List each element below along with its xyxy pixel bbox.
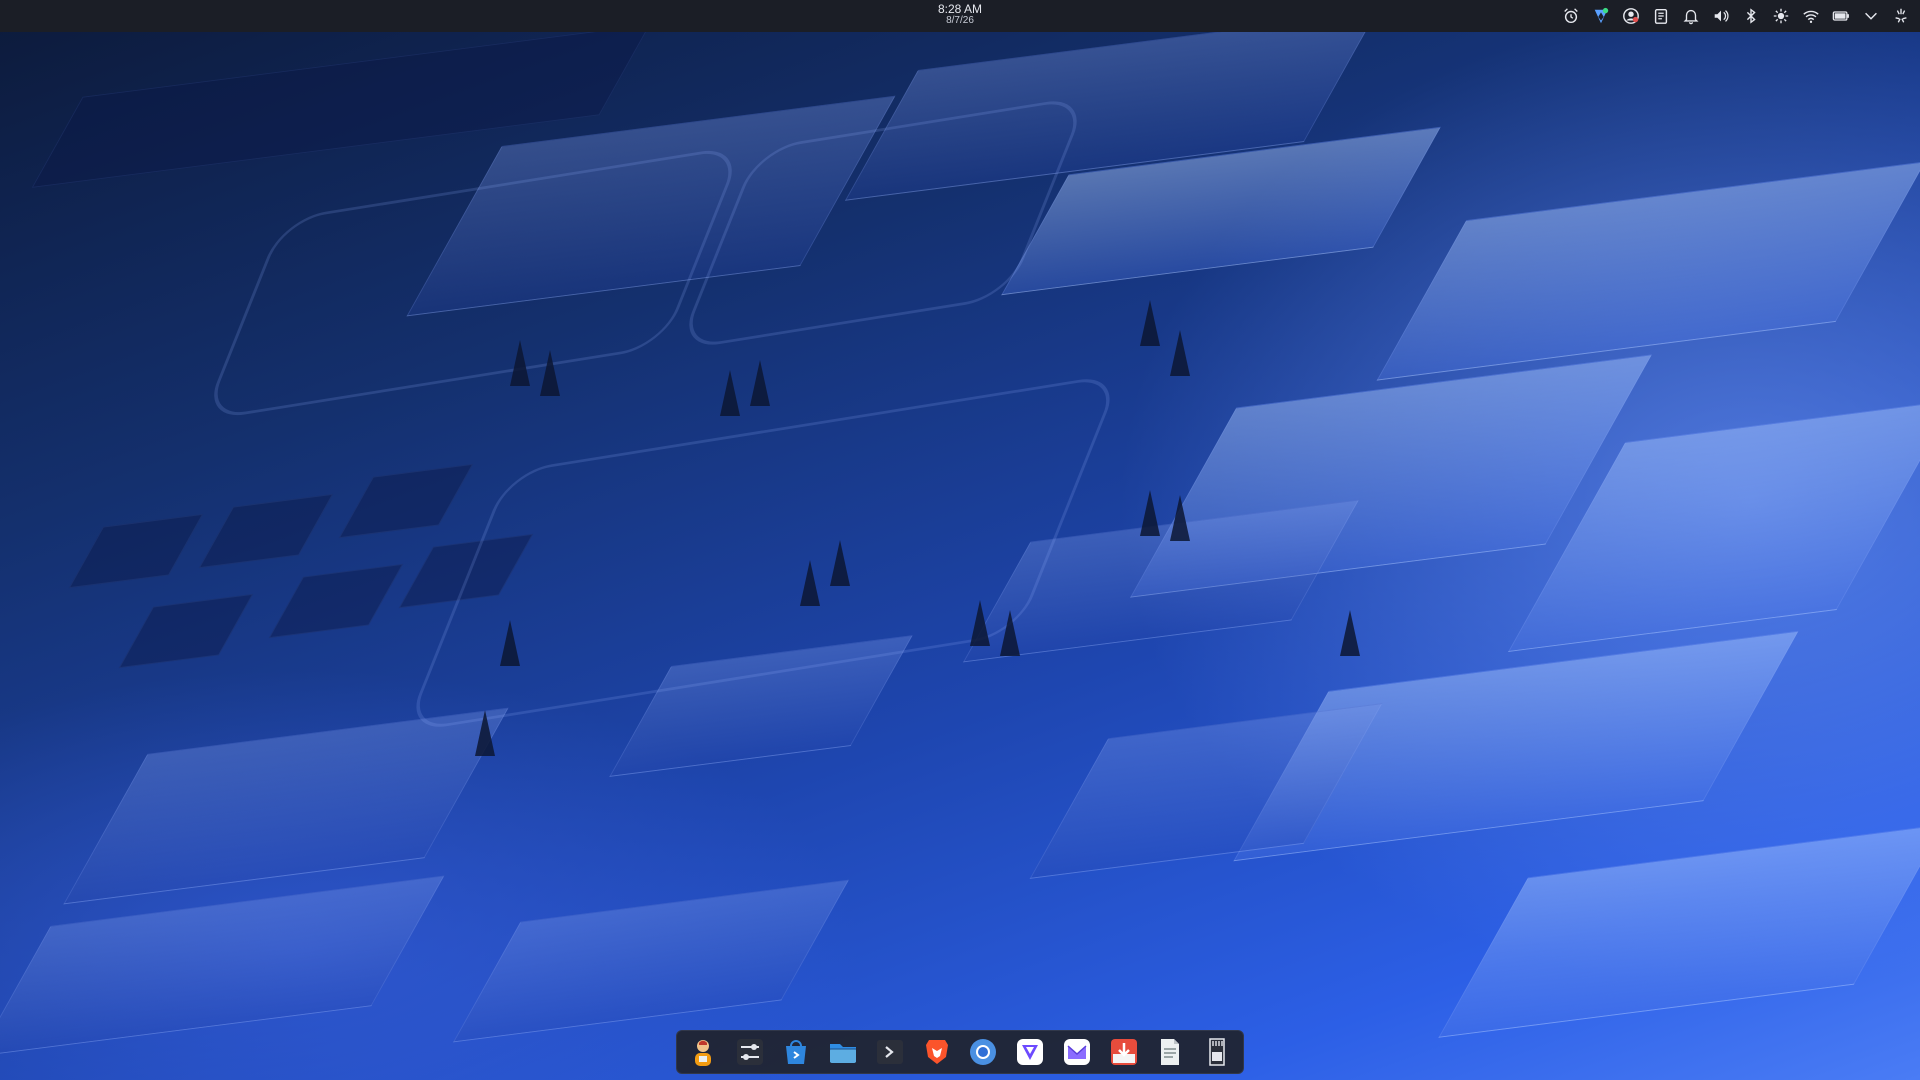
clock-time: 8:28 AM [937, 2, 983, 16]
alarm-icon[interactable] [1560, 5, 1582, 27]
desktop[interactable]: 8:28 AM 8/7/26 [0, 0, 1920, 1080]
settings-sliders-app-icon[interactable] [730, 1032, 770, 1072]
dock [676, 1030, 1244, 1074]
download-manager-app-icon[interactable] [1104, 1032, 1144, 1072]
user-sync-icon[interactable] [1620, 5, 1642, 27]
chromium-browser-app-icon[interactable] [964, 1032, 1004, 1072]
terminal-app-icon[interactable] [870, 1032, 910, 1072]
clipboard-icon[interactable] [1650, 5, 1672, 27]
brave-browser-app-icon[interactable] [917, 1032, 957, 1072]
vpn-app-icon[interactable] [1010, 1032, 1050, 1072]
storage-card-app-icon[interactable] [1197, 1032, 1237, 1072]
system-menu-icon[interactable] [1890, 5, 1912, 27]
expand-tray-chevron-icon[interactable] [1860, 5, 1882, 27]
clock[interactable]: 8:28 AM 8/7/26 [910, 3, 1010, 27]
notifications-icon[interactable] [1680, 5, 1702, 27]
bluetooth-icon[interactable] [1740, 5, 1762, 27]
text-editor-app-icon[interactable] [1151, 1032, 1191, 1072]
volume-icon[interactable] [1710, 5, 1732, 27]
software-store-app-icon[interactable] [777, 1032, 817, 1072]
vpn-shield-icon[interactable] [1590, 5, 1612, 27]
system-tray [1560, 4, 1912, 28]
wifi-icon[interactable] [1800, 5, 1822, 27]
user-avatar-app-icon[interactable] [683, 1032, 723, 1072]
mail-app-icon[interactable] [1057, 1032, 1097, 1072]
battery-icon[interactable] [1830, 5, 1852, 27]
top-panel: 8:28 AM 8/7/26 [0, 0, 1920, 32]
brightness-icon[interactable] [1770, 5, 1792, 27]
file-manager-app-icon[interactable] [823, 1032, 863, 1072]
clock-date: 8/7/26 [946, 15, 974, 26]
